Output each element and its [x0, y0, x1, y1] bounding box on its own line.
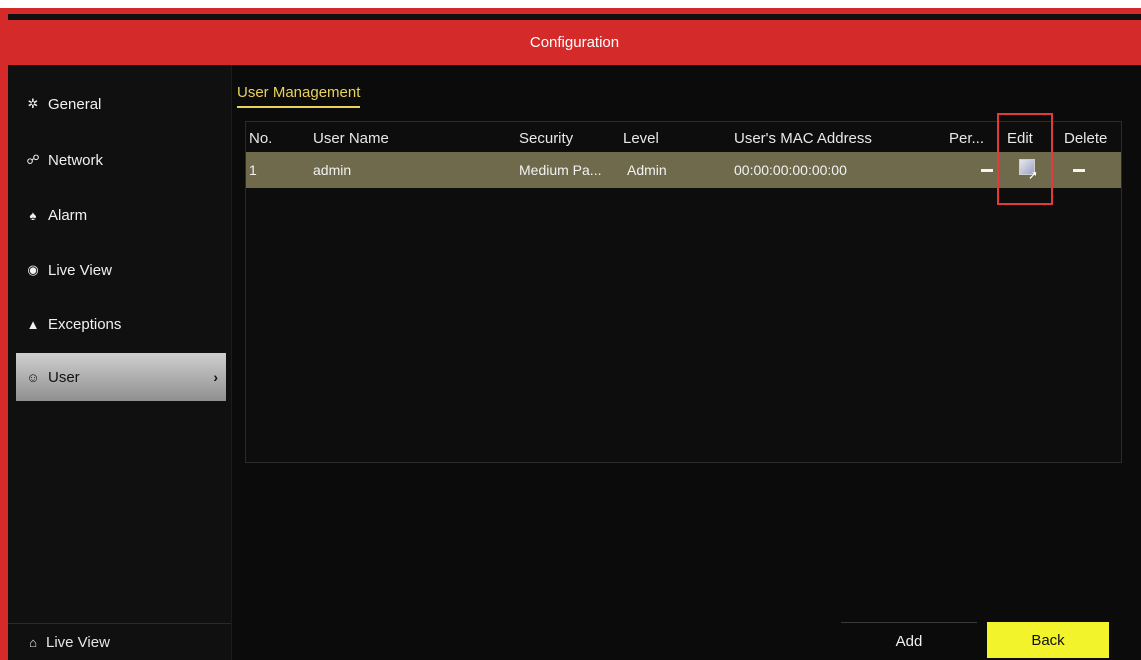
window-frame: Configuration ✲ General ☍ Network ♠ Alar… — [0, 8, 1141, 660]
tab-user-management[interactable]: User Management — [237, 84, 361, 108]
chevron-right-icon: › — [213, 369, 218, 385]
home-icon: ⌂ — [29, 634, 37, 650]
permission-button[interactable] — [981, 169, 993, 172]
delete-button[interactable] — [1073, 169, 1085, 172]
column-header-permission: Per... — [949, 130, 985, 147]
network-icon: ☍ — [26, 152, 40, 167]
cell-level: Admin — [627, 162, 667, 178]
cell-mac-address: 00:00:00:00:00:00 — [734, 162, 847, 178]
sidebar-item-label: Network — [48, 151, 104, 169]
gear-icon: ✲ — [27, 96, 39, 111]
cell-security: Medium Pa... — [519, 162, 602, 178]
column-header-no: No. — [249, 130, 273, 147]
column-header-level: Level — [623, 130, 659, 147]
sidebar: ✲ General ☍ Network ♠ Alarm ◉ Live View … — [8, 65, 232, 660]
cell-user-name: admin — [313, 162, 352, 178]
user-table: No. User Name Security Level User's MAC … — [245, 121, 1122, 463]
column-header-delete: Delete — [1064, 130, 1108, 147]
sidebar-item-label: Alarm — [48, 206, 88, 224]
column-header-mac-address: User's MAC Address — [734, 130, 872, 147]
add-button[interactable]: Add — [841, 622, 977, 659]
edit-column-highlight — [997, 113, 1053, 205]
back-button[interactable]: Back — [987, 622, 1109, 658]
cell-no: 1 — [249, 162, 257, 178]
sidebar-item-network[interactable]: ☍ Network — [16, 139, 226, 181]
sidebar-live-view-link[interactable]: ⌂ Live View — [8, 623, 231, 660]
users-icon: ☺ — [26, 369, 40, 385]
sidebar-item-live-view[interactable]: ◉ Live View — [16, 249, 226, 291]
column-header-security: Security — [519, 130, 574, 147]
sidebar-item-label: Live View — [48, 261, 112, 279]
sidebar-item-label: Exceptions — [48, 315, 122, 333]
sidebar-item-alarm[interactable]: ♠ Alarm — [16, 194, 226, 236]
sidebar-item-label: General — [48, 95, 102, 113]
sidebar-item-label: User — [48, 368, 80, 386]
sidebar-item-exceptions[interactable]: ▲ Exceptions — [16, 303, 226, 345]
alarm-icon: ♠ — [29, 207, 37, 223]
eye-icon: ◉ — [27, 262, 39, 277]
table-row[interactable]: 1 admin Medium Pa... Admin 00:00:00:00:0… — [246, 152, 1121, 188]
column-header-user-name: User Name — [313, 130, 389, 147]
window-title: Configuration — [8, 20, 1141, 65]
sidebar-item-user[interactable]: ☺ User › — [16, 353, 226, 401]
sidebar-item-general[interactable]: ✲ General — [16, 83, 226, 125]
configuration-body: ✲ General ☍ Network ♠ Alarm ◉ Live View … — [8, 65, 1141, 660]
sidebar-bottom-label: Live View — [46, 633, 110, 651]
table-header: No. User Name Security Level User's MAC … — [246, 122, 1121, 152]
warning-icon: ▲ — [26, 316, 40, 332]
